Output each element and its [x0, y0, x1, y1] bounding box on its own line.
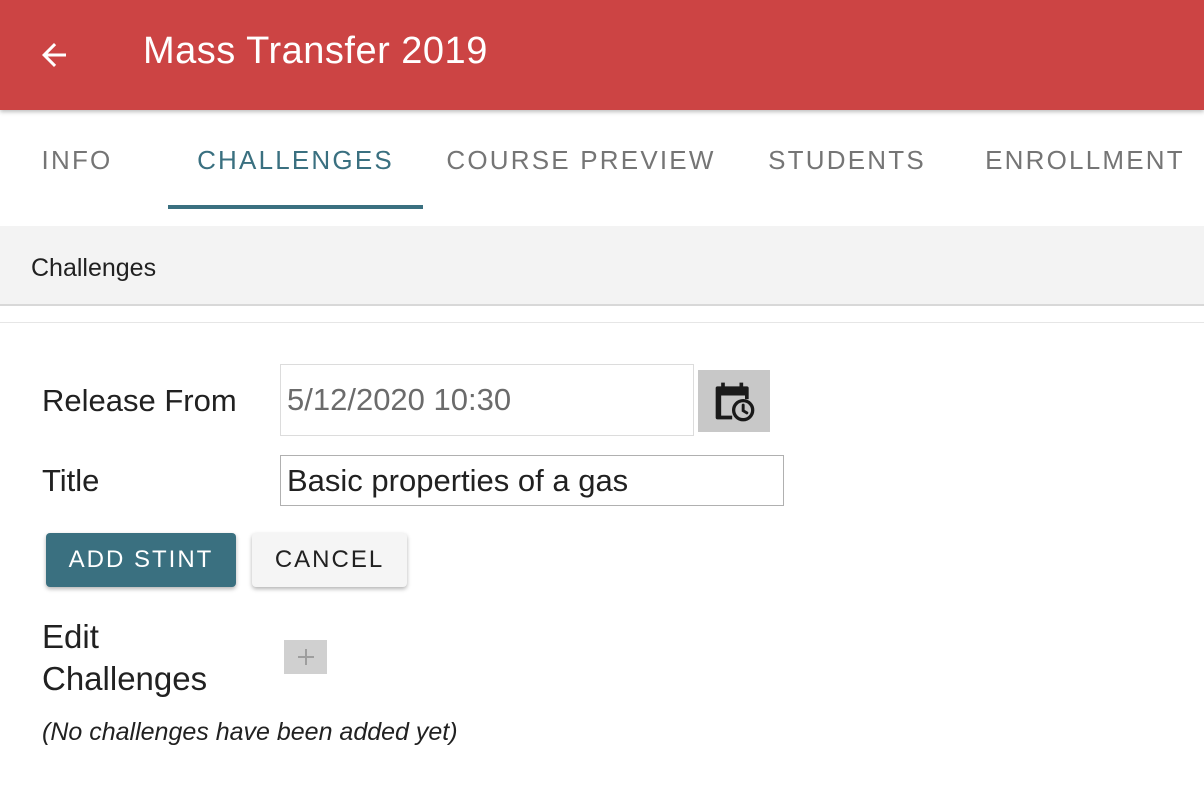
tab-enrollment[interactable]: ENROLLMENT	[970, 110, 1200, 210]
edit-challenges-heading: Edit Challenges	[42, 616, 232, 700]
edit-challenges-heading-text: Edit Challenges	[42, 618, 208, 697]
tab-bar: INFO CHALLENGES COURSE PREVIEW STUDENTS …	[0, 110, 1204, 210]
tab-info[interactable]: INFO	[26, 110, 128, 210]
calendar-clock-icon	[715, 382, 755, 422]
section-header-label: Challenges	[31, 254, 157, 282]
tab-course-preview[interactable]: COURSE PREVIEW	[440, 110, 722, 210]
back-button[interactable]	[30, 33, 78, 77]
tab-challenges[interactable]: CHALLENGES	[168, 110, 423, 210]
title-label: Title	[42, 463, 100, 498]
release-from-label: Release From	[42, 383, 237, 418]
add-challenge-button[interactable]	[284, 640, 327, 674]
calendar-button[interactable]	[698, 370, 770, 432]
cancel-button[interactable]: CANCEL	[252, 533, 407, 587]
divider	[0, 322, 1204, 323]
app-bar: Mass Transfer 2019	[0, 0, 1204, 110]
title-input[interactable]	[280, 455, 784, 506]
page-title: Mass Transfer 2019	[143, 30, 488, 72]
release-from-input[interactable]	[280, 364, 694, 436]
add-stint-button[interactable]: ADD STINT	[46, 533, 236, 587]
section-header: Challenges	[0, 226, 1204, 306]
empty-challenges-text: (No challenges have been added yet)	[42, 718, 458, 746]
arrow-back-icon	[42, 43, 66, 67]
plus-icon	[297, 649, 314, 665]
active-tab-indicator	[168, 205, 423, 209]
tab-students[interactable]: STUDENTS	[752, 110, 942, 210]
